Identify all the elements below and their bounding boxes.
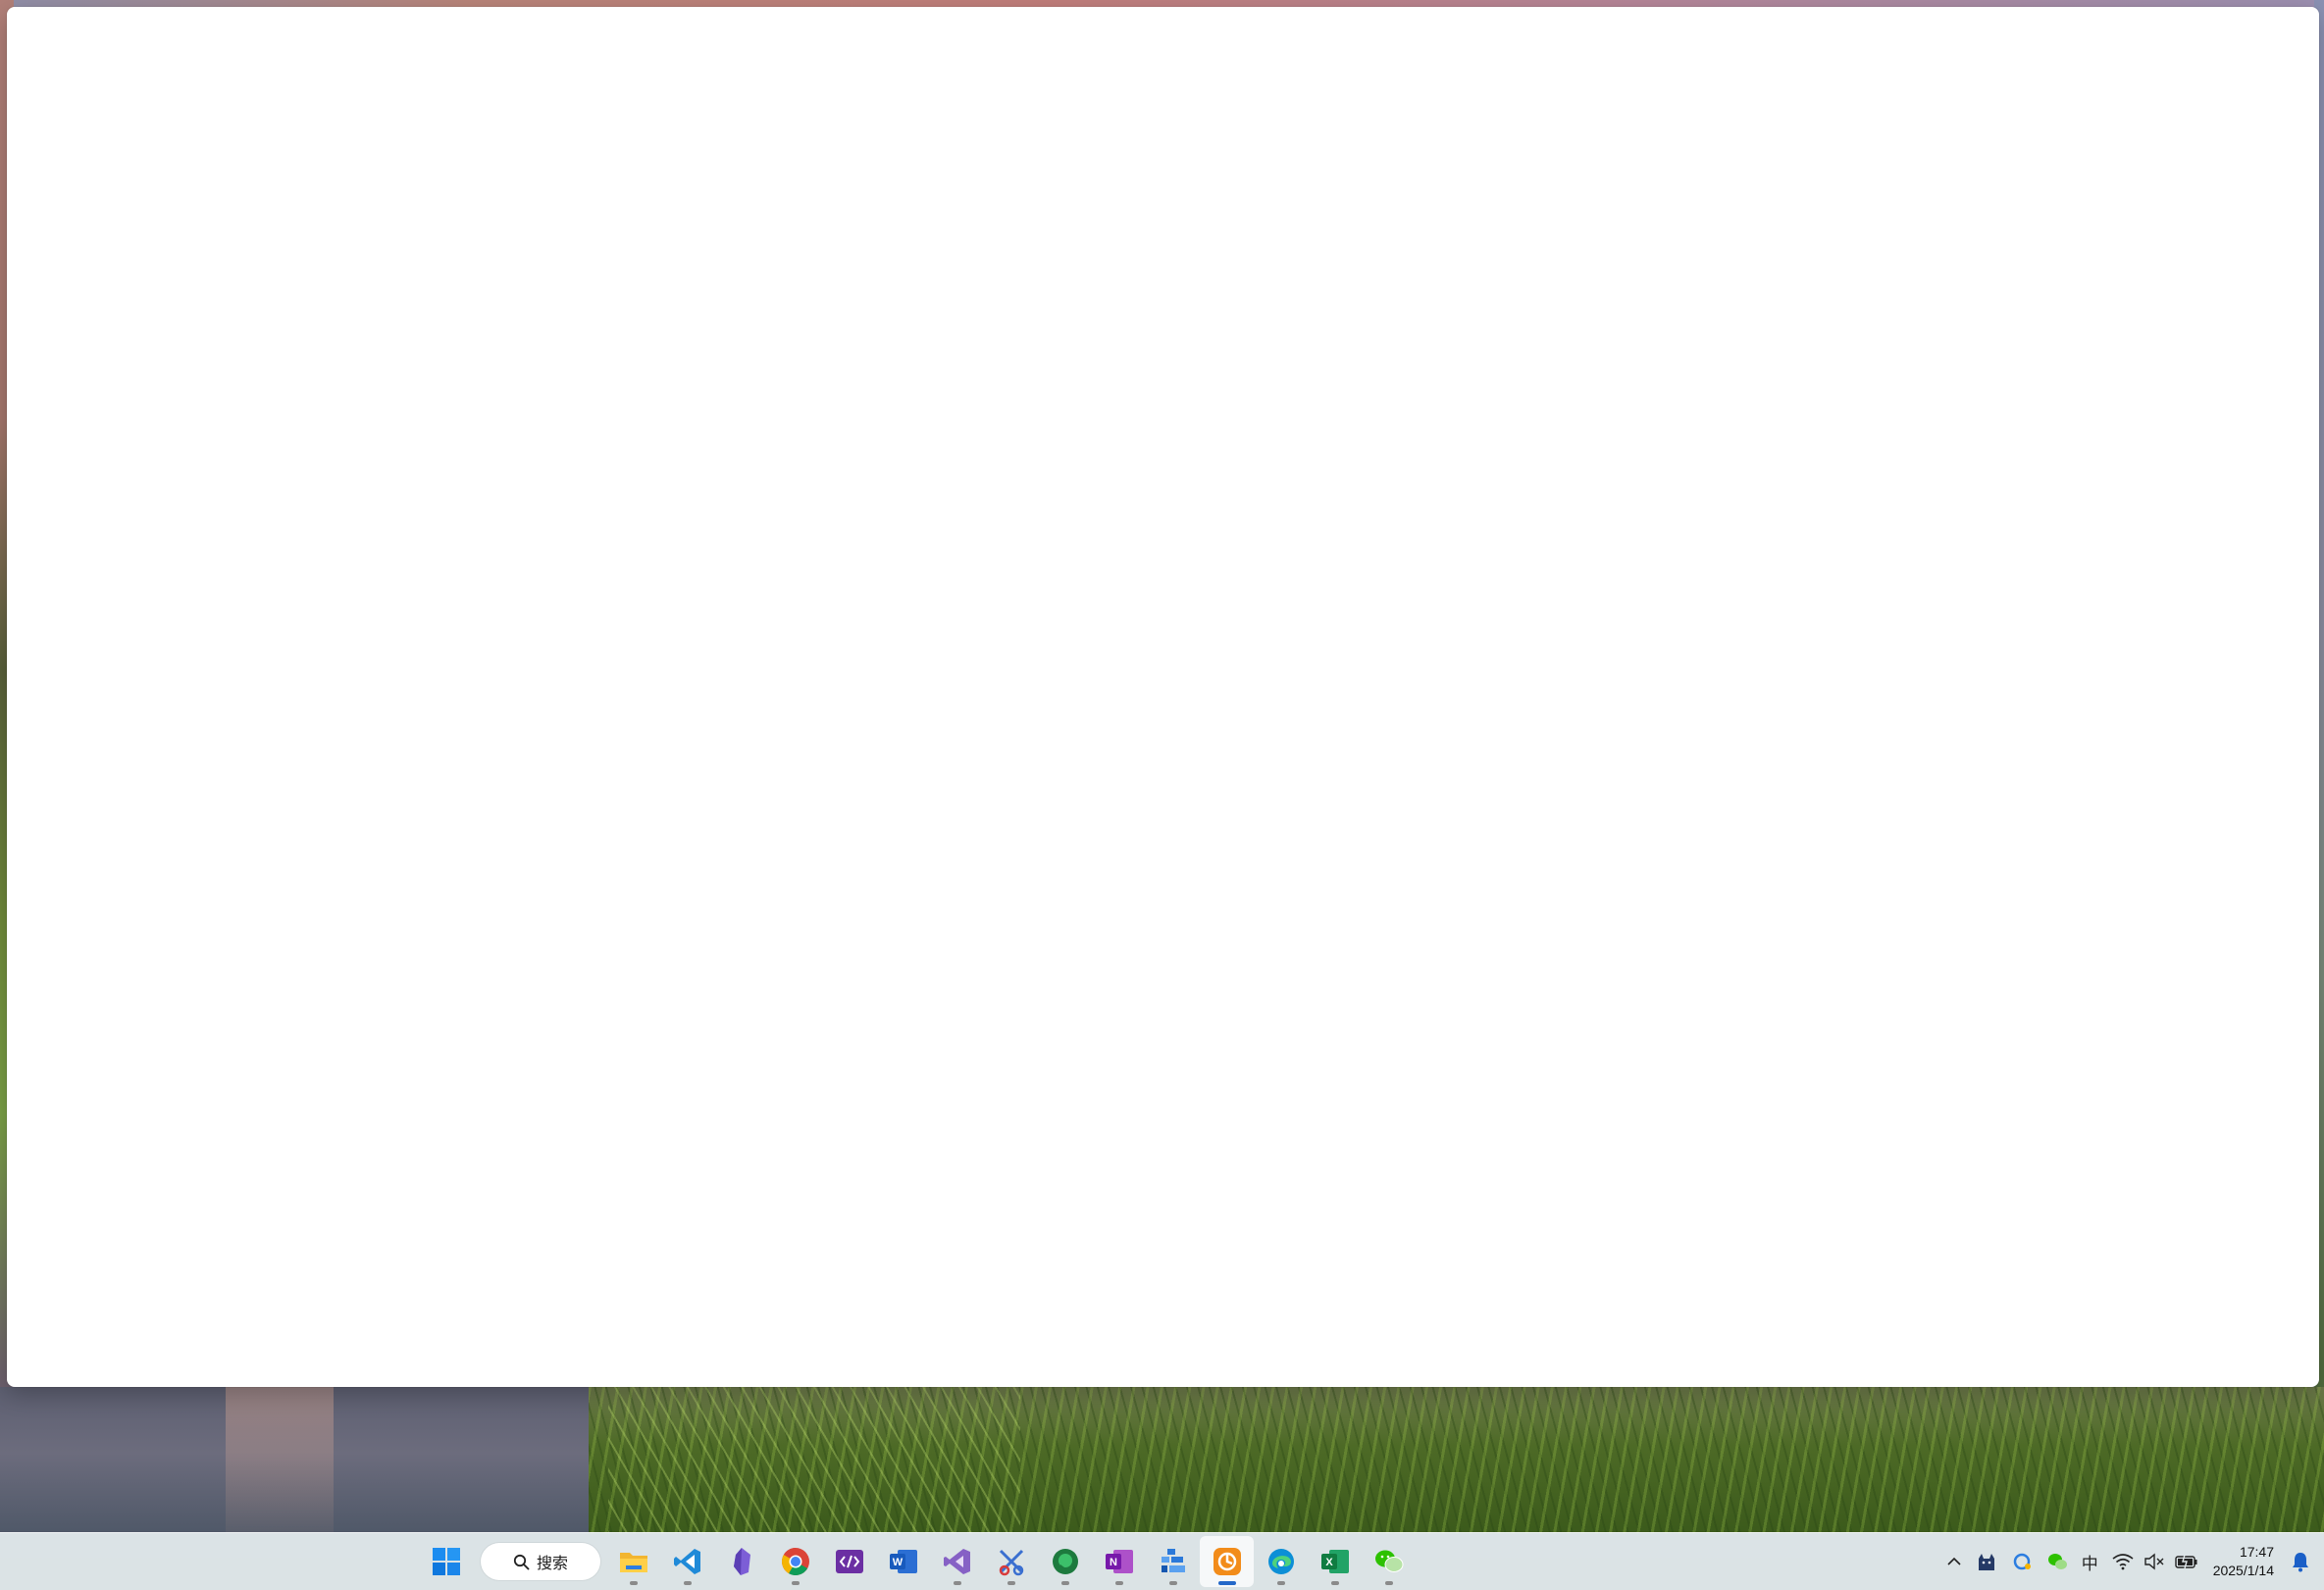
taskbar-app-snipping-tool[interactable] — [984, 1536, 1038, 1587]
svg-text:X: X — [1325, 1557, 1333, 1568]
blocks-icon — [1159, 1547, 1188, 1576]
taskbar-app-stacked[interactable] — [1146, 1536, 1200, 1587]
orange-app-icon — [1213, 1547, 1242, 1576]
tray-app-cat[interactable] — [1969, 1542, 2004, 1581]
battery-charging-icon — [2175, 1554, 2198, 1569]
wechat-tray-icon — [2046, 1552, 2068, 1571]
cat-icon — [1976, 1551, 1997, 1572]
excel-icon: X — [1320, 1547, 1350, 1576]
quick-settings-button[interactable] — [2105, 1542, 2205, 1581]
clock-date: 2025/1/14 — [2212, 1563, 2274, 1578]
taskbar-app-dev-tool[interactable] — [822, 1536, 876, 1587]
wallpaper-grass-blades — [608, 1387, 1020, 1534]
taskbar-app-chat[interactable] — [1038, 1536, 1092, 1587]
chevron-up-icon — [1946, 1556, 1962, 1567]
taskbar-app-wechat[interactable] — [1362, 1536, 1416, 1587]
taskbar-app-visual-studio[interactable] — [930, 1536, 984, 1587]
system-tray: 中 17:47 2025/1/14 — [1939, 1533, 2324, 1590]
show-hidden-icons-button[interactable] — [1939, 1542, 1969, 1581]
wechat-icon — [1373, 1547, 1405, 1576]
tray-app-sync[interactable] — [2004, 1542, 2040, 1581]
taskbar-search[interactable]: 搜索 — [481, 1543, 600, 1580]
edge-icon — [1266, 1547, 1296, 1576]
taskbar-app-file-explorer[interactable] — [606, 1536, 660, 1587]
taskbar-app-vscode[interactable] — [660, 1536, 714, 1587]
svg-text:N: N — [1110, 1557, 1117, 1568]
sync-icon — [2011, 1551, 2033, 1572]
vscode-icon — [673, 1547, 702, 1576]
notifications-button[interactable] — [2284, 1542, 2324, 1581]
taskbar-center: 搜索 W N X — [419, 1533, 1416, 1590]
search-label: 搜索 — [536, 1556, 568, 1572]
bell-icon — [2291, 1551, 2310, 1572]
blank-app-window[interactable] — [7, 7, 2319, 1387]
input-method-indicator[interactable]: 中 — [2075, 1542, 2105, 1581]
taskbar-app-edge[interactable] — [1254, 1536, 1308, 1587]
clock-time: 17:47 — [2239, 1544, 2274, 1560]
code-tag-icon — [835, 1548, 864, 1575]
taskbar-app-chrome[interactable] — [768, 1536, 822, 1587]
volume-muted-icon — [2143, 1553, 2165, 1570]
wifi-icon — [2112, 1553, 2134, 1570]
tray-app-wechat[interactable] — [2040, 1542, 2075, 1581]
folder-icon — [618, 1548, 649, 1575]
chat-bubble-icon — [1051, 1547, 1080, 1576]
taskbar-app-obsidian[interactable] — [714, 1536, 768, 1587]
search-icon — [513, 1554, 530, 1570]
taskbar-app-word[interactable]: W — [876, 1536, 930, 1587]
taskbar-app-excel[interactable]: X — [1308, 1536, 1362, 1587]
taskbar: 搜索 W N X 中 17:47 2025/1/14 — [0, 1532, 2324, 1590]
ime-label: 中 — [2081, 1554, 2098, 1573]
svg-text:W: W — [892, 1557, 903, 1568]
taskbar-app-orange[interactable] — [1200, 1536, 1254, 1587]
visual-studio-icon — [943, 1547, 972, 1576]
chrome-icon — [781, 1547, 810, 1576]
clock[interactable]: 17:47 2025/1/14 — [2205, 1543, 2284, 1580]
taskbar-app-onenote[interactable]: N — [1092, 1536, 1146, 1587]
scissors-icon — [997, 1547, 1026, 1576]
onenote-icon: N — [1105, 1547, 1134, 1576]
obsidian-icon — [729, 1547, 754, 1576]
start-button[interactable] — [419, 1536, 473, 1587]
word-icon: W — [889, 1547, 918, 1576]
windows-logo-icon — [432, 1547, 461, 1576]
